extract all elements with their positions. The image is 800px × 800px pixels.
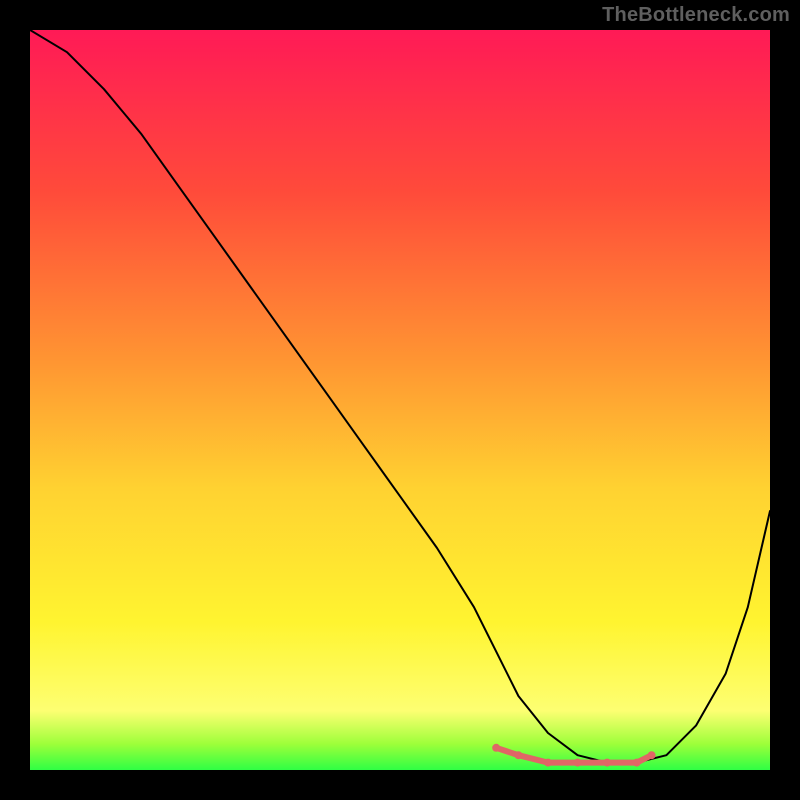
gradient-rect (30, 30, 770, 770)
highlight-dot (603, 759, 611, 767)
plot-area (30, 30, 770, 770)
highlight-dot (492, 744, 500, 752)
chart-svg (30, 30, 770, 770)
attribution-text: TheBottleneck.com (602, 4, 790, 27)
highlight-dot (633, 759, 641, 767)
highlight-dot (544, 759, 552, 767)
highlight-dot (648, 751, 656, 759)
highlight-dot (574, 759, 582, 767)
highlight-dot (514, 751, 522, 759)
chart-container: TheBottleneck.com (0, 0, 800, 800)
